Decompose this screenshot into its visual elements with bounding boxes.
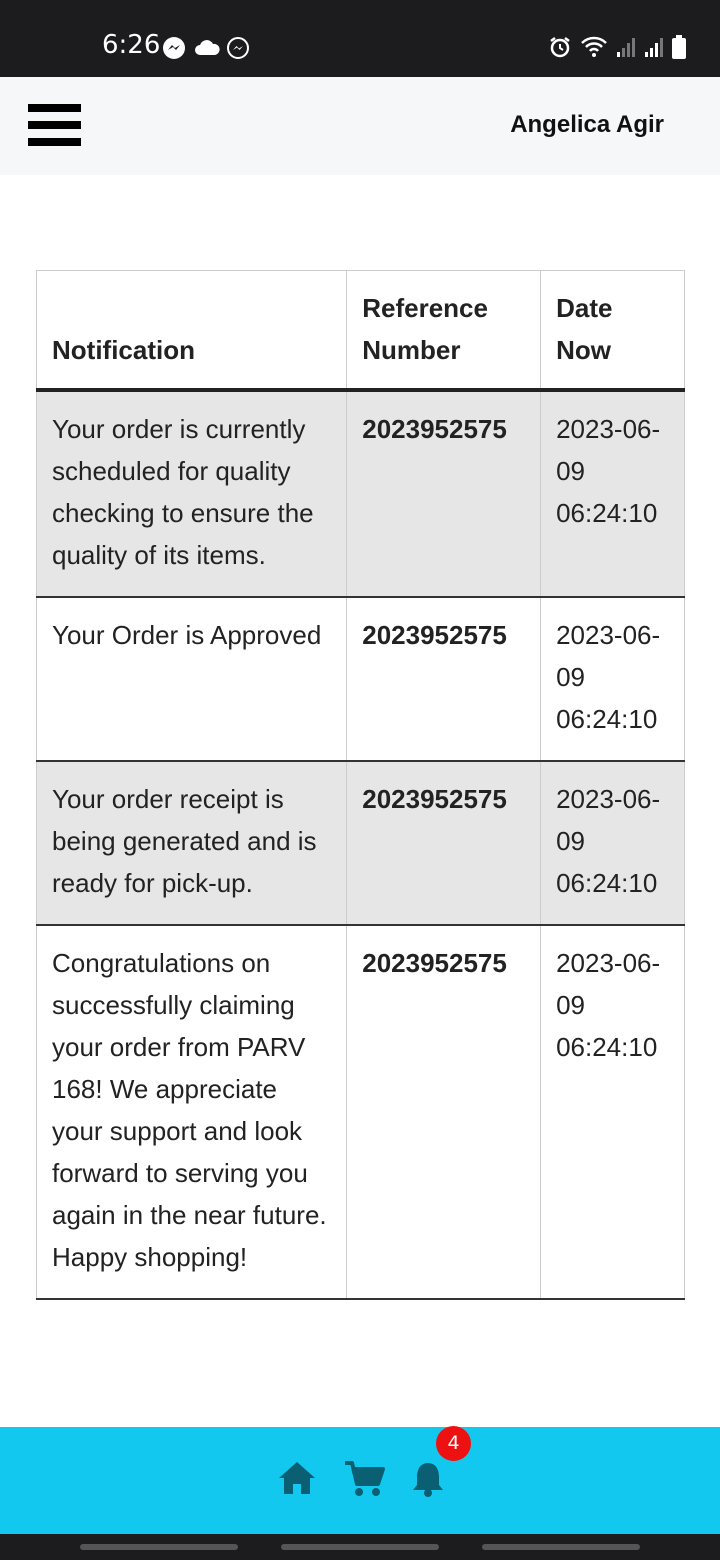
home-icon[interactable] [277,1460,317,1496]
hamburger-icon[interactable] [28,104,82,146]
system-nav-bar [0,1534,720,1560]
notification-date: 2023-06- 09 06:24:10 [540,390,685,598]
notification-date: 2023-06- 09 06:24:10 [540,597,685,762]
cloud-icon [195,40,220,55]
status-bar: 6:26 [0,0,720,77]
alarm-icon [550,37,570,58]
table-header-row: Notification Reference Number Date Now [35,270,685,392]
table-row: Your order is currently scheduled for qu… [35,390,685,598]
reference-number: 2023952575 [346,761,542,926]
notification-date: 2023-06- 09 06:24:10 [540,761,685,926]
status-time: 6:26 [102,30,161,60]
reference-number: 2023952575 [346,390,542,598]
battery-icon [672,35,686,59]
column-header-reference: Reference Number [346,270,542,392]
reference-number: 2023952575 [346,597,542,762]
notifications-table: Notification Reference Number Date Now Y… [35,270,685,1300]
notification-date: 2023-06- 09 06:24:10 [540,925,685,1300]
recent-apps-button[interactable] [80,1544,238,1550]
bottom-nav [0,1427,720,1534]
user-name[interactable]: Angelica Agir [510,111,664,139]
wifi-icon [581,36,607,57]
back-system-button[interactable] [482,1544,640,1550]
status-icons [548,34,686,60]
notification-text: Your order receipt is being generated an… [35,761,348,926]
app-header: Angelica Agir [0,77,720,175]
table-row: Your Order is Approved 2023952575 2023-0… [35,597,685,762]
bell-icon[interactable] [411,1460,445,1498]
signal-icon [645,38,663,57]
cart-icon[interactable] [344,1460,386,1498]
reference-number: 2023952575 [346,925,542,1300]
column-header-notification: Notification [35,270,348,392]
home-system-button[interactable] [281,1544,439,1550]
notification-text: Your Order is Approved [35,597,348,762]
notification-text: Congratulations on successfully claiming… [35,925,348,1300]
table-row: Your order receipt is being generated an… [35,761,685,926]
table-row: Congratulations on successfully claiming… [35,925,685,1300]
notification-text: Your order is currently scheduled for qu… [35,390,348,598]
messenger-outline-icon [227,37,249,59]
messenger-icon [163,37,185,59]
notification-count-badge[interactable]: 4 [436,1426,471,1461]
column-header-date: Date Now [540,270,685,392]
signal-icon [617,38,635,57]
